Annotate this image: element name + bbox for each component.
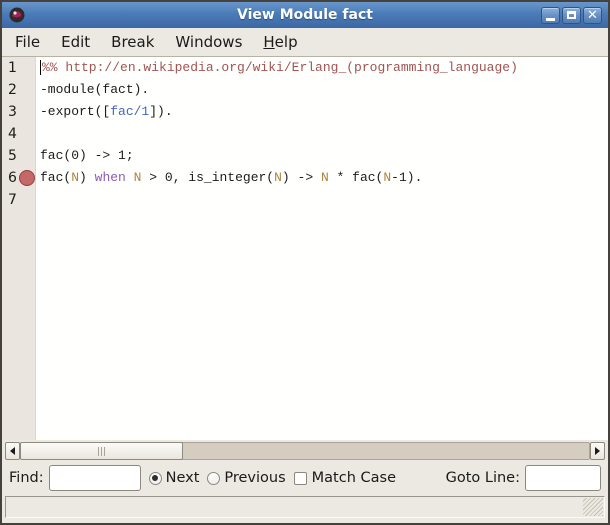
find-input[interactable] (49, 465, 141, 491)
findbar: Find: Next Previous Match Case Goto Line… (2, 460, 608, 496)
find-label: Find: (9, 470, 44, 486)
close-icon: ✕ (587, 9, 598, 22)
menu-item-file[interactable]: File (7, 29, 48, 55)
menu-item-windows[interactable]: Windows (167, 29, 250, 55)
gutter-line[interactable]: 6 (2, 167, 35, 189)
gutter-line[interactable]: 2 (2, 79, 35, 101)
code-line: fac(0) -> 1; (40, 145, 608, 167)
code-segment: ) (79, 170, 95, 185)
code-line: -module(fact). (40, 79, 608, 101)
scroll-left-button[interactable] (5, 442, 20, 460)
code-segment: * fac( (329, 170, 384, 185)
gutter-line[interactable]: 5 (2, 145, 35, 167)
code-segment (126, 170, 134, 185)
statusbar (5, 496, 605, 518)
code-line (40, 123, 608, 145)
gutter-line[interactable]: 1 (2, 57, 35, 79)
resize-grip[interactable] (583, 498, 603, 516)
goto-line-input[interactable] (525, 465, 601, 491)
match-case-checkbox[interactable] (294, 472, 307, 485)
titlebar[interactable]: View Module fact ✕ (2, 2, 608, 28)
code-line: fac(N) when N > 0, is_integer(N) -> N * … (40, 167, 608, 189)
view-module-window: View Module fact ✕ FileEditBreakWindowsH… (0, 0, 610, 525)
arrow-left-icon (10, 447, 15, 455)
menu-item-break[interactable]: Break (103, 29, 162, 55)
code-segment: ) -> (282, 170, 321, 185)
line-number: 6 (8, 169, 17, 187)
previous-radio[interactable] (207, 472, 220, 485)
code-segment: -1). (391, 170, 422, 185)
scrollbar-grip-icon (98, 447, 106, 456)
goto-line-label: Goto Line: (446, 470, 520, 486)
minimize-icon (546, 18, 555, 21)
next-radio[interactable] (149, 472, 162, 485)
close-button[interactable]: ✕ (583, 7, 602, 24)
previous-radio-label[interactable]: Previous (224, 470, 285, 486)
minimize-button[interactable] (541, 7, 560, 24)
line-number: 1 (8, 59, 17, 77)
match-case-label[interactable]: Match Case (312, 470, 396, 486)
code-segment: %% http://en.wikipedia.org/wiki/Erlang_(… (42, 60, 518, 75)
line-number: 4 (8, 125, 17, 143)
gutter-line[interactable]: 7 (2, 189, 35, 211)
gutter-line[interactable]: 4 (2, 123, 35, 145)
code-segment: > 0, is_integer( (141, 170, 274, 185)
code-segment: fac(0) -> 1; (40, 148, 134, 163)
code-segment: N (321, 170, 329, 185)
breakpoint-marker[interactable] (19, 170, 35, 186)
code-pane[interactable]: %% http://en.wikipedia.org/wiki/Erlang_(… (37, 57, 608, 211)
code-view: 1 2 3 4 5 6 7 %% http://en.wikipedia.org/wiki/… (2, 57, 608, 440)
scrollbar-thumb[interactable] (20, 442, 183, 460)
code-segment: N (383, 170, 391, 185)
code-segment: -export([ (40, 104, 110, 119)
maximize-button[interactable] (562, 7, 581, 24)
code-line: -export([fac/1]). (40, 101, 608, 123)
gutter-line[interactable]: 3 (2, 101, 35, 123)
app-icon (8, 6, 26, 24)
line-number: 7 (8, 191, 17, 209)
code-segment: when (95, 170, 126, 185)
line-number: 3 (8, 103, 17, 121)
code-segment: N (274, 170, 282, 185)
code-segment: fac( (40, 170, 71, 185)
maximize-icon (567, 11, 576, 19)
window-title: View Module fact (2, 7, 608, 23)
menubar: FileEditBreakWindowsHelp (2, 28, 608, 57)
code-segment: fac/1 (110, 104, 149, 119)
scroll-right-button[interactable] (590, 442, 605, 460)
code-segment: N (71, 170, 79, 185)
horizontal-scrollbar (5, 442, 605, 460)
code-line: %% http://en.wikipedia.org/wiki/Erlang_(… (40, 57, 608, 79)
line-number: 2 (8, 81, 17, 99)
line-number: 5 (8, 147, 17, 165)
code-segment: ]). (149, 104, 172, 119)
menu-item-help[interactable]: Help (255, 29, 305, 55)
next-radio-label[interactable]: Next (166, 470, 200, 486)
text-cursor (40, 60, 41, 75)
line-number-gutter[interactable]: 1 2 3 4 5 6 7 (2, 57, 36, 440)
menu-item-edit[interactable]: Edit (53, 29, 98, 55)
code-segment: -module(fact). (40, 82, 149, 97)
code-line (40, 189, 608, 211)
arrow-right-icon (595, 447, 600, 455)
